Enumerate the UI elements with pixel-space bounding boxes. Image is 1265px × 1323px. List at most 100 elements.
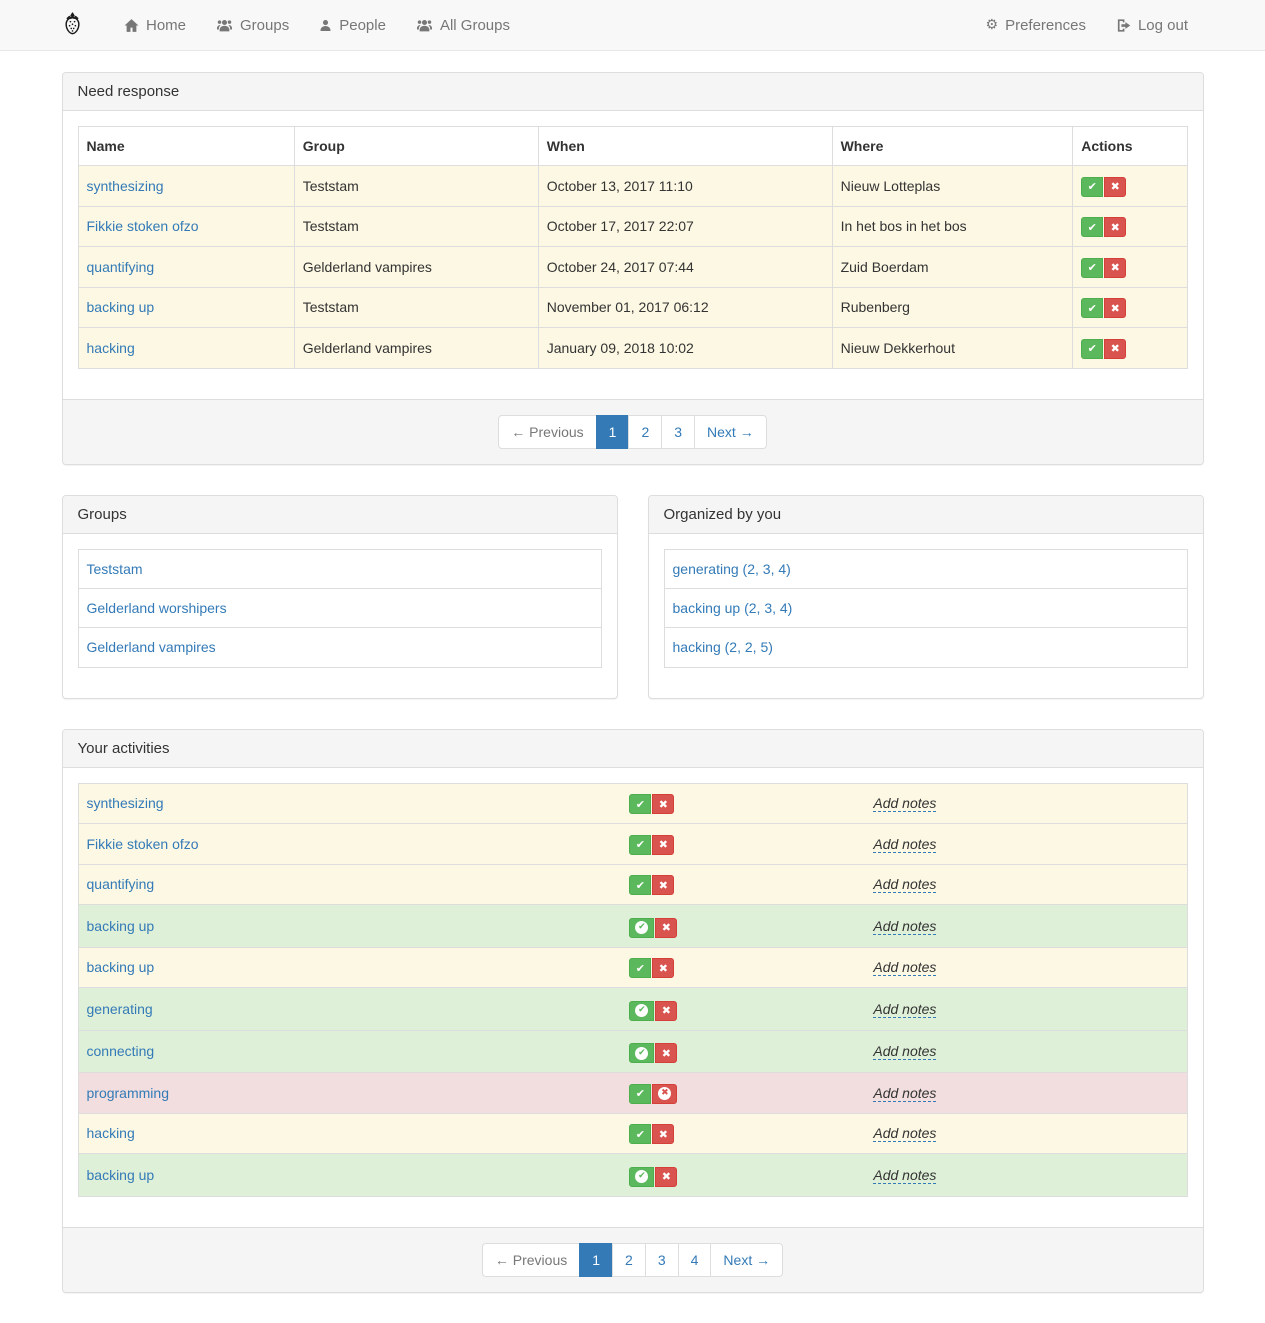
attend-yes-button[interactable]: ✔ bbox=[629, 1084, 651, 1104]
act-pagination-page-link[interactable]: 2 bbox=[612, 1243, 646, 1277]
attend-no-button[interactable]: ✖ bbox=[652, 875, 674, 895]
activity-link[interactable]: synthesizing bbox=[87, 178, 164, 194]
nr-pagination-page-link[interactable]: 2 bbox=[628, 415, 662, 449]
group-link[interactable]: Gelderland worshipers bbox=[87, 600, 227, 616]
cross-icon: ✖ bbox=[1111, 302, 1120, 315]
add-notes-link[interactable]: Add notes bbox=[873, 1043, 936, 1060]
activities-body: synthesizing✔✖Add notesFikkie stoken ofz… bbox=[63, 768, 1203, 1227]
attend-yes-button[interactable]: ✔ bbox=[629, 835, 651, 855]
add-notes-link[interactable]: Add notes bbox=[873, 959, 936, 976]
attend-yes-button[interactable]: ✔ bbox=[629, 1001, 654, 1021]
nav-people[interactable]: People bbox=[304, 0, 401, 50]
activity-link[interactable]: hacking bbox=[87, 340, 135, 356]
activity-link[interactable]: Fikkie stoken ofzo bbox=[87, 218, 199, 234]
attend-no-button[interactable]: ✖ bbox=[652, 794, 674, 814]
attend-no-button[interactable]: ✖ bbox=[655, 1043, 677, 1063]
cross-icon: ✖ bbox=[1111, 342, 1120, 355]
act-pagination-page-link[interactable]: 1 bbox=[579, 1243, 613, 1277]
nav-groups[interactable]: Groups bbox=[201, 0, 304, 50]
add-notes-link[interactable]: Add notes bbox=[873, 795, 936, 812]
add-notes-link[interactable]: Add notes bbox=[873, 876, 936, 893]
activity-link[interactable]: hacking bbox=[87, 1125, 135, 1141]
attend-yes-button[interactable]: ✔ bbox=[629, 958, 651, 978]
nr-pagination-next-link[interactable]: Next → bbox=[694, 415, 767, 449]
attend-yes-button[interactable]: ✔ bbox=[1081, 217, 1103, 237]
attend-no-button[interactable]: ✖ bbox=[655, 1001, 677, 1021]
cross-icon: ✖ bbox=[659, 879, 668, 892]
act-pagination-page-link[interactable]: 3 bbox=[645, 1243, 679, 1277]
attend-no-button[interactable]: ✖ bbox=[652, 1124, 674, 1144]
add-notes-link[interactable]: Add notes bbox=[873, 836, 936, 853]
organized-activity-link[interactable]: hacking (2, 2, 5) bbox=[673, 639, 773, 655]
act-pagination-prev-link[interactable]: ← Previous bbox=[482, 1243, 580, 1277]
activity-link[interactable]: backing up bbox=[87, 918, 155, 934]
attend-no-button[interactable]: ✖ bbox=[1104, 177, 1126, 197]
attend-yes-button[interactable]: ✔ bbox=[629, 918, 654, 938]
attend-no-button[interactable]: ✖ bbox=[1104, 339, 1126, 359]
main-content: Need response Name Group When Where Acti… bbox=[62, 72, 1204, 1293]
organized-activity-link[interactable]: backing up (2, 3, 4) bbox=[673, 600, 793, 616]
organized-activity-link[interactable]: generating (2, 3, 4) bbox=[673, 561, 791, 577]
attend-no-button[interactable]: ✖ bbox=[1104, 298, 1126, 318]
attend-yes-button[interactable]: ✔ bbox=[629, 875, 651, 895]
add-notes-link[interactable]: Add notes bbox=[873, 1001, 936, 1018]
cross-circle-icon: ✖ bbox=[658, 1087, 671, 1100]
attend-yes-button[interactable]: ✔ bbox=[629, 1167, 654, 1187]
activity-link[interactable]: programming bbox=[87, 1085, 169, 1101]
attend-no-button[interactable]: ✖ bbox=[1104, 258, 1126, 278]
add-notes-link[interactable]: Add notes bbox=[873, 1085, 936, 1102]
nav-preferences[interactable]: ⚙ Preferences bbox=[971, 0, 1101, 50]
attend-yes-button[interactable]: ✔ bbox=[1081, 298, 1103, 318]
activity-link[interactable]: quantifying bbox=[87, 876, 155, 892]
attend-yes-button[interactable]: ✔ bbox=[1081, 258, 1103, 278]
group-link[interactable]: Teststam bbox=[87, 561, 143, 577]
activity-link[interactable]: backing up bbox=[87, 1167, 155, 1183]
attend-yes-button[interactable]: ✔ bbox=[1081, 339, 1103, 359]
attend-yes-button[interactable]: ✔ bbox=[1081, 177, 1103, 197]
cross-icon: ✖ bbox=[662, 1004, 671, 1017]
nr-pagination-page-link[interactable]: 3 bbox=[661, 415, 695, 449]
activity-link[interactable]: Fikkie stoken ofzo bbox=[87, 836, 199, 852]
where-cell: In het bos in het bos bbox=[832, 206, 1073, 247]
row-actions: ✔✖ bbox=[629, 958, 674, 978]
brand-link[interactable] bbox=[62, 0, 109, 50]
add-notes-link[interactable]: Add notes bbox=[873, 1167, 936, 1184]
gears-icon: ⚙ bbox=[986, 18, 999, 32]
attend-yes-button[interactable]: ✔ bbox=[629, 1124, 651, 1144]
add-notes-link[interactable]: Add notes bbox=[873, 1125, 936, 1142]
actions-cell: ✔✖ bbox=[1073, 328, 1187, 369]
group-link[interactable]: Gelderland vampires bbox=[87, 639, 216, 655]
attend-no-button[interactable]: ✖ bbox=[655, 918, 677, 938]
attend-no-button[interactable]: ✖ bbox=[655, 1167, 677, 1187]
nav-all-groups[interactable]: All Groups bbox=[401, 0, 525, 50]
nav-logout[interactable]: Log out bbox=[1101, 0, 1203, 50]
activity-link[interactable]: backing up bbox=[87, 959, 155, 975]
add-notes-link[interactable]: Add notes bbox=[873, 918, 936, 935]
nr-pagination-page-link[interactable]: 1 bbox=[596, 415, 630, 449]
act-pagination-next-link[interactable]: Next → bbox=[710, 1243, 783, 1277]
activity-row: Fikkie stoken ofzo ✔✖ Add notes bbox=[78, 824, 1187, 865]
list-cell: Teststam bbox=[78, 549, 601, 588]
attend-yes-button[interactable]: ✔ bbox=[629, 1043, 654, 1063]
nr-pagination-prev-link[interactable]: ← Previous bbox=[498, 415, 596, 449]
nr-pagination-prev: ← Previous bbox=[498, 415, 596, 449]
row-actions: ✔✖ bbox=[629, 1001, 677, 1021]
row-actions: ✔✖ bbox=[1081, 258, 1126, 278]
activity-link[interactable]: quantifying bbox=[87, 259, 155, 275]
row-actions: ✔✖ bbox=[1081, 217, 1126, 237]
activity-link[interactable]: backing up bbox=[87, 299, 155, 315]
attend-yes-button[interactable]: ✔ bbox=[629, 794, 651, 814]
list-row: Teststam bbox=[78, 549, 601, 588]
activity-name-cell: backing up bbox=[78, 905, 621, 948]
activity-link[interactable]: generating bbox=[87, 1001, 153, 1017]
attend-no-button[interactable]: ✖ bbox=[652, 958, 674, 978]
attend-no-button[interactable]: ✖ bbox=[1104, 217, 1126, 237]
attend-no-button[interactable]: ✖ bbox=[652, 835, 674, 855]
activity-link[interactable]: synthesizing bbox=[87, 795, 164, 811]
act-pagination-page-link[interactable]: 4 bbox=[678, 1243, 712, 1277]
attend-no-button[interactable]: ✖ bbox=[652, 1084, 677, 1104]
activity-name-cell: generating bbox=[78, 988, 621, 1031]
activity-link[interactable]: connecting bbox=[87, 1043, 155, 1059]
nav-home[interactable]: Home bbox=[109, 0, 201, 50]
column-header-when: When bbox=[538, 127, 832, 166]
